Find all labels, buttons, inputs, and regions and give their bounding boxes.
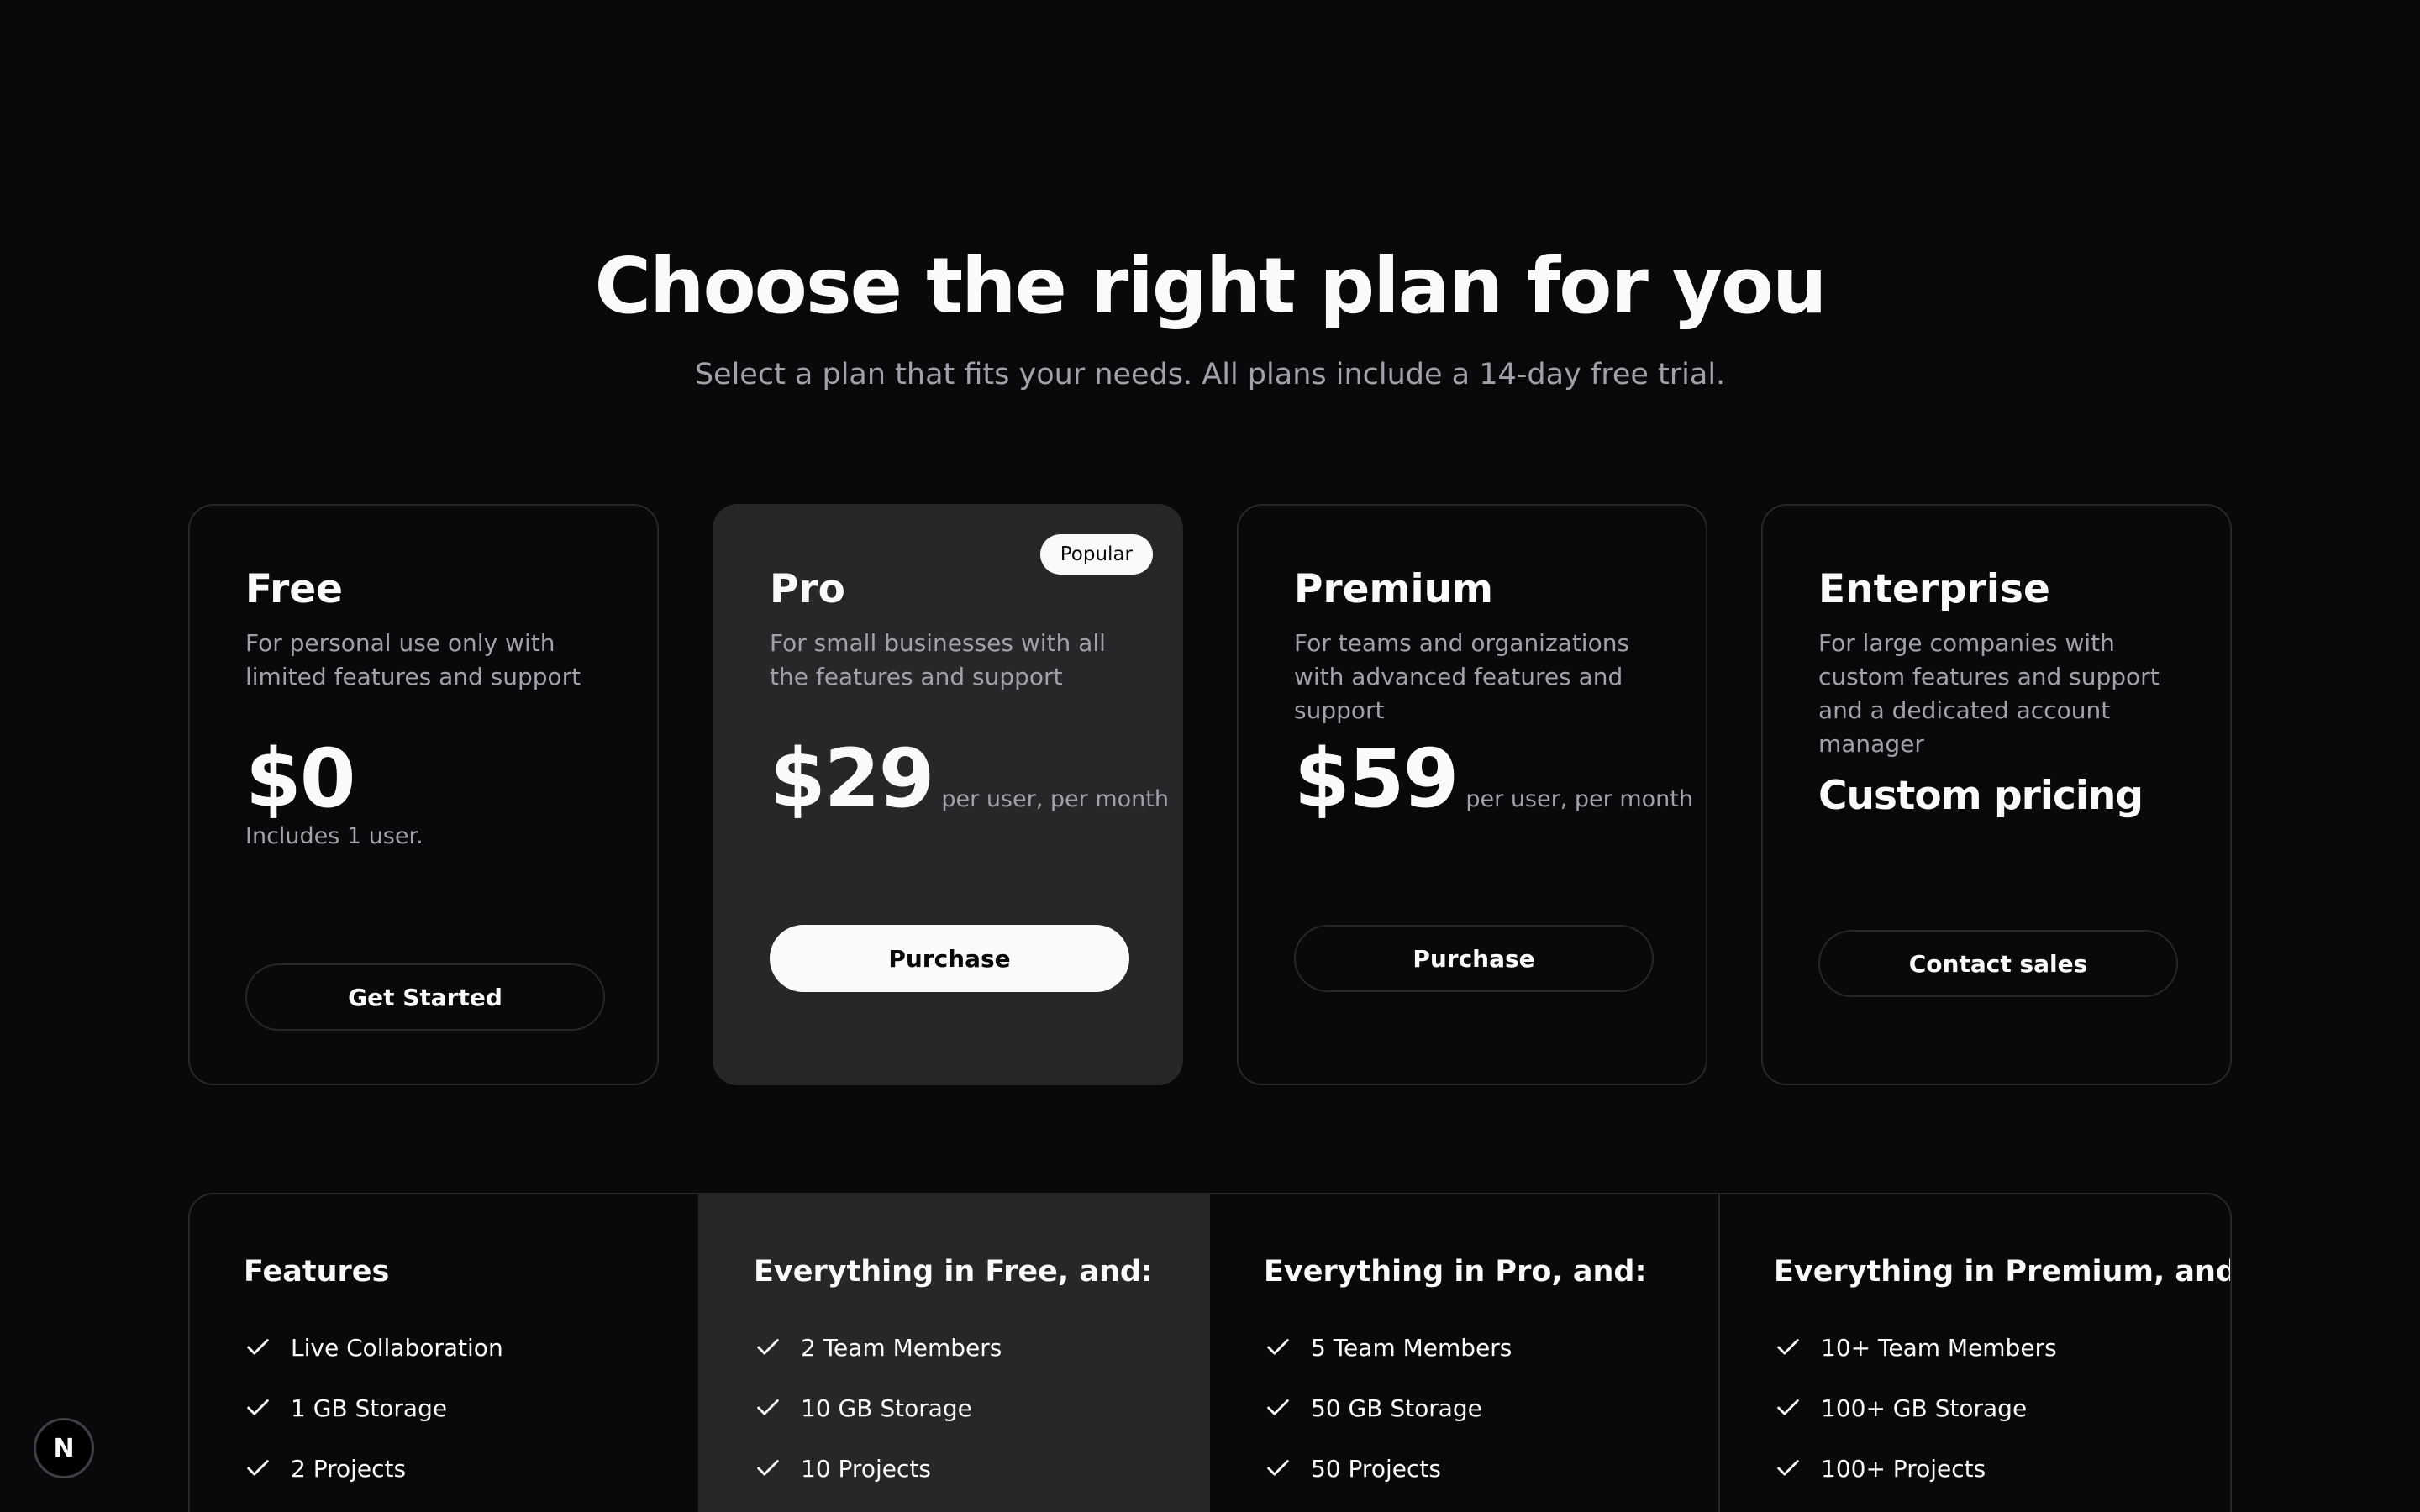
check-icon [247, 1339, 269, 1355]
price-row: $59 per user, per month [1294, 732, 1693, 825]
feature-label: 50 Projects [1311, 1454, 1441, 1483]
check-icon [247, 1399, 269, 1415]
check-icon [1267, 1339, 1289, 1355]
feature-label: 2 Projects [291, 1454, 407, 1483]
plan-name: Premium [1294, 566, 1494, 612]
plan-price: $0 [245, 732, 356, 826]
feature-label: 10 GB Storage [801, 1394, 972, 1422]
features-column-enterprise: Everything in Premium, and: 10+ Team Mem… [1720, 1194, 2230, 1512]
feature-label: 100+ Projects [1821, 1454, 1986, 1483]
features-column-premium: Everything in Pro, and: 5 Team Members 5… [1210, 1194, 1720, 1512]
purchase-premium-button[interactable]: Purchase [1294, 925, 1654, 992]
check-icon [1777, 1399, 1799, 1415]
feature-item: 50 Projects [1264, 1438, 1701, 1499]
price-subtext: Includes 1 user. [245, 823, 424, 849]
plan-card-free: Free For personal use only with limited … [188, 504, 659, 1085]
pricing-cards: Free For personal use only with limited … [188, 504, 2232, 1085]
check-icon [757, 1399, 779, 1415]
feature-label: 50 GB Storage [1311, 1394, 1482, 1422]
features-comparison: Features Live Collaboration 1 GB Storage… [188, 1193, 2232, 1512]
check-icon [1267, 1399, 1289, 1415]
feature-item: 10 Projects [754, 1438, 1191, 1499]
check-icon [757, 1460, 779, 1476]
plan-description: For personal use only with limited featu… [245, 629, 581, 690]
feature-item: 10 GB Storage [754, 1378, 1191, 1438]
feature-label: 5 Team Members [1311, 1333, 1512, 1362]
plan-name: Pro [770, 566, 845, 612]
price-row: $0 [245, 732, 356, 826]
hero: Choose the right plan for you Select a p… [0, 240, 2420, 393]
features-column-title: Everything in Free, and: [754, 1255, 1153, 1289]
plan-description: For teams and organizations with advance… [1294, 629, 1630, 724]
feature-label: Live Collaboration [291, 1333, 503, 1362]
plan-price: $29 [770, 732, 934, 826]
page-title: Choose the right plan for you [594, 241, 1827, 331]
features-column-free: Features Live Collaboration 1 GB Storage… [190, 1194, 700, 1512]
purchase-pro-button[interactable]: Purchase [770, 925, 1129, 992]
plan-card-pro: Popular Pro For small businesses with al… [713, 504, 1183, 1085]
check-icon [757, 1339, 779, 1355]
price-note: per user, per month [1465, 786, 1693, 812]
feature-item: 100+ GB Storage [1774, 1378, 2211, 1438]
plan-price: Custom pricing [1818, 773, 2144, 819]
feature-item: Live Collaboration [244, 1317, 681, 1378]
check-icon [1777, 1460, 1799, 1476]
feature-label: 100+ GB Storage [1821, 1394, 2028, 1422]
check-icon [1267, 1460, 1289, 1476]
features-column-title: Everything in Pro, and: [1264, 1255, 1647, 1289]
feature-item: 2 Projects [244, 1438, 681, 1499]
feature-item: 100+ Projects [1774, 1438, 2211, 1499]
check-icon [247, 1460, 269, 1476]
plan-card-premium: Premium For teams and organizations with… [1237, 504, 1707, 1085]
get-started-button[interactable]: Get Started [245, 963, 605, 1031]
nextjs-logo-icon[interactable]: N [34, 1418, 94, 1478]
price-row: $29 per user, per month [770, 732, 1169, 825]
features-column-pro: Everything in Free, and: 2 Team Members … [700, 1194, 1210, 1512]
plan-name: Enterprise [1818, 566, 2050, 612]
dev-badge-label: N [53, 1433, 75, 1463]
feature-label: 1 GB Storage [291, 1394, 448, 1422]
plan-price: $59 [1294, 732, 1459, 826]
feature-item: 10+ Team Members [1774, 1317, 2211, 1378]
feature-label: 10+ Team Members [1821, 1333, 2057, 1362]
page-subtitle: Select a plan that fits your needs. All … [694, 358, 1726, 391]
pricing-page: Choose the right plan for you Select a p… [0, 0, 2420, 1512]
feature-item: 50 GB Storage [1264, 1378, 1701, 1438]
plan-description: For small businesses with all the featur… [770, 629, 1106, 690]
feature-label: 10 Projects [801, 1454, 931, 1483]
price-note: per user, per month [941, 786, 1169, 812]
plan-card-enterprise: Enterprise For large companies with cust… [1761, 504, 2232, 1085]
features-column-title: Features [244, 1255, 390, 1289]
features-column-title: Everything in Premium, and: [1774, 1255, 2232, 1289]
plan-description: For large companies with custom features… [1818, 629, 2160, 758]
check-icon [1777, 1339, 1799, 1355]
feature-item: 2 Team Members [754, 1317, 1191, 1378]
feature-item: 1 GB Storage [244, 1378, 681, 1438]
contact-sales-button[interactable]: Contact sales [1818, 930, 2178, 997]
feature-item: 5 Team Members [1264, 1317, 1701, 1378]
plan-name: Free [245, 566, 344, 612]
feature-label: 2 Team Members [801, 1333, 1002, 1362]
